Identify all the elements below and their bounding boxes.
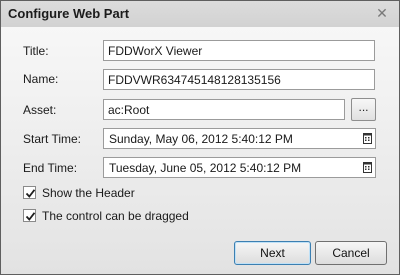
end-time-picker[interactable]: Tuesday, June 05, 2012 5:40:12 PM bbox=[103, 157, 376, 178]
calendar-icon[interactable] bbox=[363, 162, 372, 173]
start-time-value: Sunday, May 06, 2012 5:40:12 PM bbox=[109, 132, 293, 146]
draggable-checkbox[interactable] bbox=[23, 209, 36, 222]
end-time-label: End Time: bbox=[23, 161, 78, 175]
checkmark-icon bbox=[25, 212, 36, 221]
show-header-label: Show the Header bbox=[42, 186, 135, 200]
dialog-title: Configure Web Part bbox=[8, 6, 130, 21]
calendar-icon[interactable] bbox=[363, 133, 372, 144]
start-time-label: Start Time: bbox=[23, 132, 82, 146]
name-label: Name: bbox=[23, 72, 59, 86]
draggable-label: The control can be dragged bbox=[42, 209, 189, 223]
dialog-body: Title: Name: Asset: ... Start Time: Sund… bbox=[1, 27, 399, 274]
asset-browse-button[interactable]: ... bbox=[351, 98, 376, 121]
configure-web-part-dialog: Configure Web Part ✕ Title: Name: Asset:… bbox=[0, 0, 400, 275]
show-header-checkbox[interactable] bbox=[23, 186, 36, 199]
cancel-button[interactable]: Cancel bbox=[315, 241, 387, 265]
close-icon[interactable]: ✕ bbox=[375, 5, 389, 21]
checkmark-icon bbox=[25, 189, 36, 198]
title-label: Title: bbox=[23, 44, 49, 58]
end-time-value: Tuesday, June 05, 2012 5:40:12 PM bbox=[109, 161, 302, 175]
asset-label: Asset: bbox=[23, 103, 57, 117]
name-input[interactable] bbox=[103, 69, 375, 90]
next-button[interactable]: Next bbox=[234, 241, 311, 265]
start-time-picker[interactable]: Sunday, May 06, 2012 5:40:12 PM bbox=[103, 128, 376, 149]
title-input[interactable] bbox=[103, 40, 375, 61]
asset-input[interactable] bbox=[103, 99, 345, 120]
title-bar[interactable]: Configure Web Part ✕ bbox=[1, 1, 399, 27]
